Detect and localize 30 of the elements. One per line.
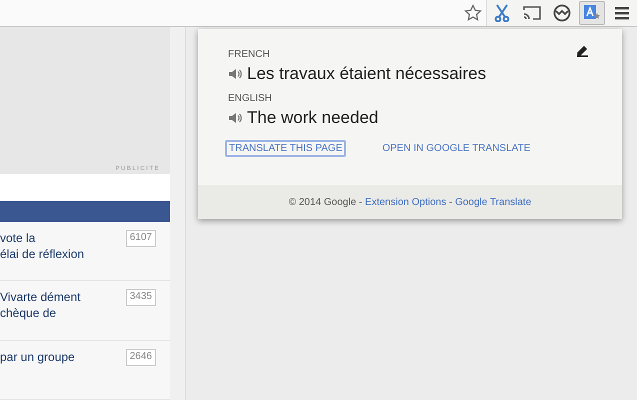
article-title-line[interactable]: par un groupe xyxy=(0,348,75,365)
sync-icon xyxy=(553,4,571,22)
article-row[interactable]: par un groupe 2646 xyxy=(0,340,170,400)
star-icon[interactable] xyxy=(464,4,482,22)
article-row[interactable]: vote la élai de réflexion 6107 xyxy=(0,222,170,282)
speaker-icon[interactable] xyxy=(228,68,242,80)
translate-button[interactable] xyxy=(579,1,605,25)
article-title-line[interactable]: vote la xyxy=(0,230,84,246)
language-label: FRENCH xyxy=(228,49,270,60)
article-title-line[interactable]: Vivarte dément xyxy=(0,289,80,306)
action-link[interactable]: OPEN IN GOOGLE TRANSLATE xyxy=(378,140,534,157)
cast-icon xyxy=(522,5,542,21)
language-label: ENGLISH xyxy=(228,93,272,104)
footer-text: © 2014 Google - Extension Options - Google Translate xyxy=(288,196,532,208)
comment-count: 2646 xyxy=(126,348,156,366)
comment-count: 3435 xyxy=(126,289,156,306)
action-link[interactable]: TRANSLATE THIS PAGE xyxy=(225,140,346,157)
pencil-icon[interactable] xyxy=(576,45,589,57)
article-title-line[interactable]: chèque de xyxy=(0,305,80,322)
translation-text: Les travaux étaient nécessaires xyxy=(247,64,486,84)
translate-icon xyxy=(583,4,601,22)
translation-text: The work needed xyxy=(247,108,378,128)
footer-link[interactable]: Google Translate xyxy=(455,196,532,208)
article-title-line[interactable]: élai de réflexion xyxy=(0,246,84,262)
footer-link[interactable]: Extension Options xyxy=(365,196,446,208)
speaker-icon[interactable] xyxy=(228,112,242,124)
menu-icon xyxy=(615,6,629,20)
article-row[interactable]: Vivarte dément chèque de 3435 xyxy=(0,281,170,341)
comment-count: 6107 xyxy=(126,230,156,247)
scissors-icon xyxy=(494,4,510,22)
